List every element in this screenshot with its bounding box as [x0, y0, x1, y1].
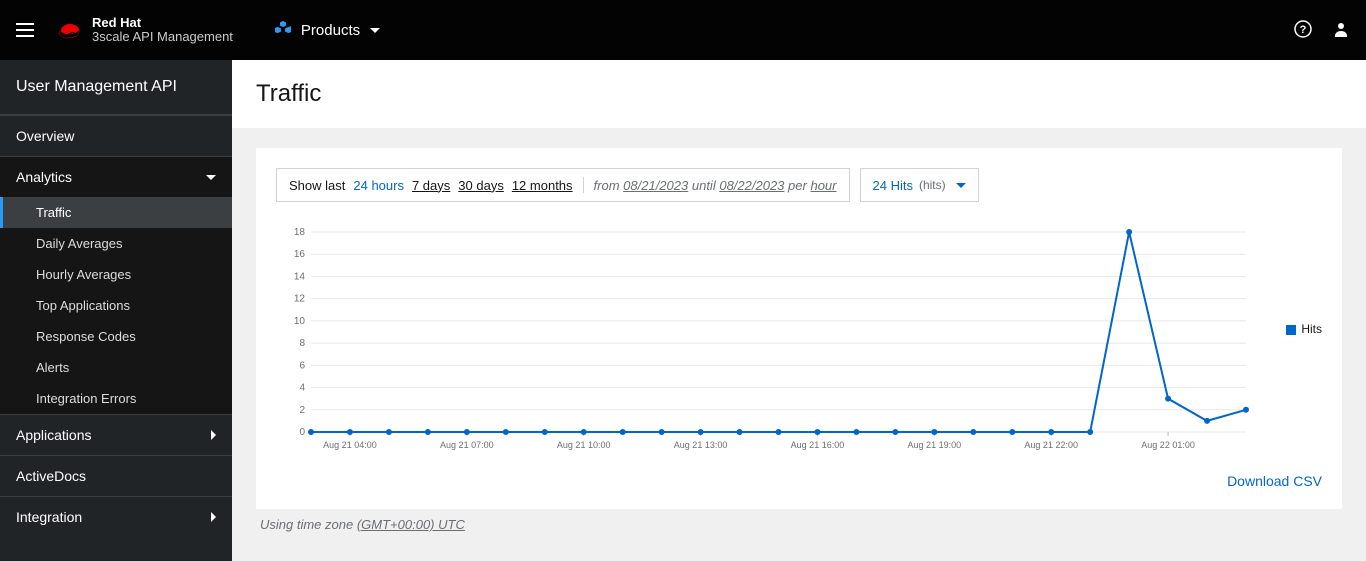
legend-label: Hits [1301, 322, 1322, 336]
sidebar: User Management API Overview Analytics T… [0, 60, 232, 561]
sidebar-title: User Management API [0, 60, 232, 115]
sidebar-item-label: Applications [16, 427, 92, 443]
per-label: per [788, 178, 807, 193]
controls-row: Show last 24 hours 7 days 30 days 12 mon… [276, 168, 1322, 202]
sidebar-subitem-response-codes[interactable]: Response Codes [0, 321, 232, 352]
tz-value[interactable]: (GMT+00:00) UTC [357, 517, 465, 532]
sidebar-subitem-traffic[interactable]: Traffic [0, 197, 232, 228]
sidebar-subitem-hourly-averages[interactable]: Hourly Averages [0, 259, 232, 290]
sidebar-subitem-integration-errors[interactable]: Integration Errors [0, 383, 232, 414]
caret-down-icon [956, 183, 966, 188]
range-opt-7d[interactable]: 7 days [412, 178, 450, 193]
redhat-logo-icon [56, 20, 84, 40]
svg-text:6: 6 [299, 360, 305, 371]
topbar: Red Hat 3scale API Management Products ? [0, 0, 1366, 60]
chevron-right-icon [211, 430, 216, 440]
sidebar-subitem-alerts[interactable]: Alerts [0, 352, 232, 383]
sidebar-subitem-top-applications[interactable]: Top Applications [0, 290, 232, 321]
sidebar-item-applications[interactable]: Applications [0, 414, 232, 455]
timezone-note: Using time zone (GMT+00:00) UTC [256, 509, 1342, 552]
range-opt-24h[interactable]: 24 hours [353, 178, 404, 193]
sidebar-subitem-daily-averages[interactable]: Daily Averages [0, 228, 232, 259]
brand: Red Hat 3scale API Management [56, 16, 233, 45]
brand-line1: Red Hat [92, 16, 233, 30]
sidebar-item-overview[interactable]: Overview [0, 115, 232, 156]
metric-value: 24 Hits [873, 178, 913, 193]
svg-text:Aug 22 01:00: Aug 22 01:00 [1141, 440, 1195, 450]
products-label: Products [301, 22, 360, 39]
svg-text:?: ? [1300, 24, 1307, 36]
cubes-icon [275, 21, 291, 40]
user-icon[interactable] [1332, 20, 1350, 41]
sidebar-sub-analytics: Traffic Daily Averages Hourly Averages T… [0, 197, 232, 414]
range-opt-12m[interactable]: 12 months [512, 178, 573, 193]
page-title: Traffic [256, 80, 1342, 108]
svg-text:16: 16 [294, 249, 306, 260]
brand-line2: 3scale API Management [92, 30, 233, 44]
range-prefix: Show last [289, 178, 345, 193]
sidebar-item-label: ActiveDocs [16, 468, 86, 484]
chevron-right-icon [211, 512, 216, 522]
svg-text:18: 18 [294, 227, 306, 238]
svg-text:10: 10 [294, 316, 306, 327]
svg-text:Aug 21 07:00: Aug 21 07:00 [440, 440, 494, 450]
from-label: from [594, 178, 620, 193]
chart-legend: Hits [1272, 222, 1322, 336]
svg-text:4: 4 [299, 383, 305, 394]
chart: 0 2 4 6 8 10 12 14 16 18 Aug 21 04:00 Aug 21 07:00 A… [276, 222, 1272, 465]
sidebar-item-analytics[interactable]: Analytics [0, 156, 232, 197]
page-header: Traffic [232, 60, 1366, 128]
svg-text:Aug 21 16:00: Aug 21 16:00 [791, 440, 845, 450]
svg-text:Aug 21 22:00: Aug 21 22:00 [1024, 440, 1078, 450]
until-label: until [692, 178, 716, 193]
traffic-panel: Show last 24 hours 7 days 30 days 12 mon… [256, 148, 1342, 509]
from-date[interactable]: 08/21/2023 [623, 178, 688, 193]
metric-dropdown[interactable]: 24 Hits (hits) [860, 168, 979, 202]
legend-swatch-icon [1286, 325, 1296, 335]
svg-text:Aug 21 10:00: Aug 21 10:00 [557, 440, 611, 450]
separator [583, 177, 584, 193]
metric-sub: (hits) [919, 178, 946, 192]
sidebar-item-activedocs[interactable]: ActiveDocs [0, 455, 232, 496]
until-date[interactable]: 08/22/2023 [719, 178, 784, 193]
svg-text:Aug 21 13:00: Aug 21 13:00 [674, 440, 728, 450]
svg-text:2: 2 [299, 405, 305, 416]
sidebar-item-label: Overview [16, 128, 74, 144]
svg-text:8: 8 [299, 338, 305, 349]
svg-text:0: 0 [299, 427, 305, 438]
svg-text:Aug 21 19:00: Aug 21 19:00 [908, 440, 962, 450]
sidebar-item-integration[interactable]: Integration [0, 496, 232, 537]
chart-wrap: 0 2 4 6 8 10 12 14 16 18 Aug 21 04:00 Aug 21 07:00 A… [276, 222, 1322, 465]
download-csv-link[interactable]: Download CSV [1227, 473, 1322, 489]
sidebar-item-label: Integration [16, 509, 82, 525]
help-icon[interactable]: ? [1294, 20, 1312, 41]
svg-text:14: 14 [294, 271, 306, 282]
range-opt-30d[interactable]: 30 days [458, 178, 504, 193]
range-selector: Show last 24 hours 7 days 30 days 12 mon… [276, 168, 850, 202]
svg-text:Aug 21 04:00: Aug 21 04:00 [323, 440, 377, 450]
hamburger-menu-icon[interactable] [16, 18, 40, 42]
svg-text:12: 12 [294, 294, 306, 305]
products-dropdown[interactable]: Products [263, 0, 392, 60]
sidebar-item-label: Analytics [16, 169, 72, 185]
tz-prefix: Using time zone [260, 517, 353, 532]
chevron-down-icon [206, 175, 216, 180]
main-content: Traffic Show last 24 hours 7 days 30 day… [232, 60, 1366, 561]
per-value[interactable]: hour [810, 178, 836, 193]
caret-down-icon [370, 28, 380, 33]
